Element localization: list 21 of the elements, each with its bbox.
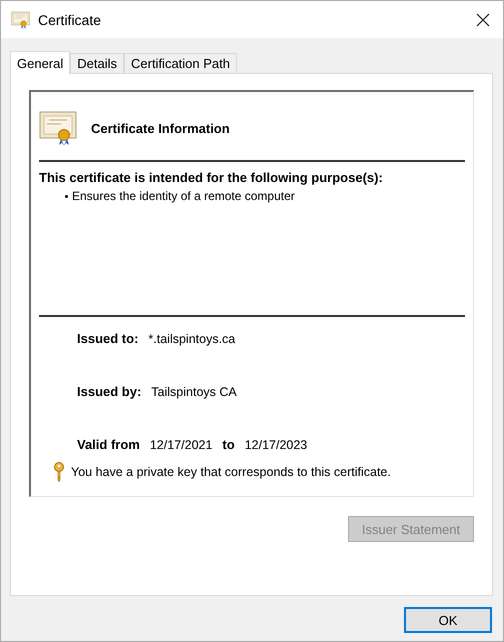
certificate-icon	[39, 110, 77, 146]
key-icon	[53, 462, 65, 482]
field-label: Valid from	[77, 436, 140, 452]
tab[interactable]: Certification Path	[124, 53, 237, 73]
field-label: Issued to:	[77, 330, 138, 346]
section-heading: Certificate Information	[91, 120, 230, 136]
tab[interactable]: General	[10, 51, 70, 74]
bullet-icon	[65, 194, 68, 198]
field-label: Issued by:	[77, 384, 142, 398]
field-value: 12/17/2023	[244, 438, 308, 452]
window-title: Certificate	[38, 12, 102, 28]
field-value: *.tailspintoys.ca	[148, 332, 236, 346]
private-key-note: You have a private key that corresponds to this certificate.	[71, 464, 391, 478]
field-label: to	[222, 436, 235, 452]
field-value: Tailspintoys CA	[151, 384, 237, 398]
purpose-item: Ensures the identity of a remote computer	[72, 189, 295, 203]
purpose-heading: This certificate is intended for the following purpose(s):	[39, 170, 384, 185]
ok-button[interactable]: OK	[404, 607, 492, 633]
tab[interactable]: Details	[70, 53, 124, 73]
field-value: 12/17/2021	[150, 438, 212, 452]
certificate-icon	[11, 10, 30, 28]
